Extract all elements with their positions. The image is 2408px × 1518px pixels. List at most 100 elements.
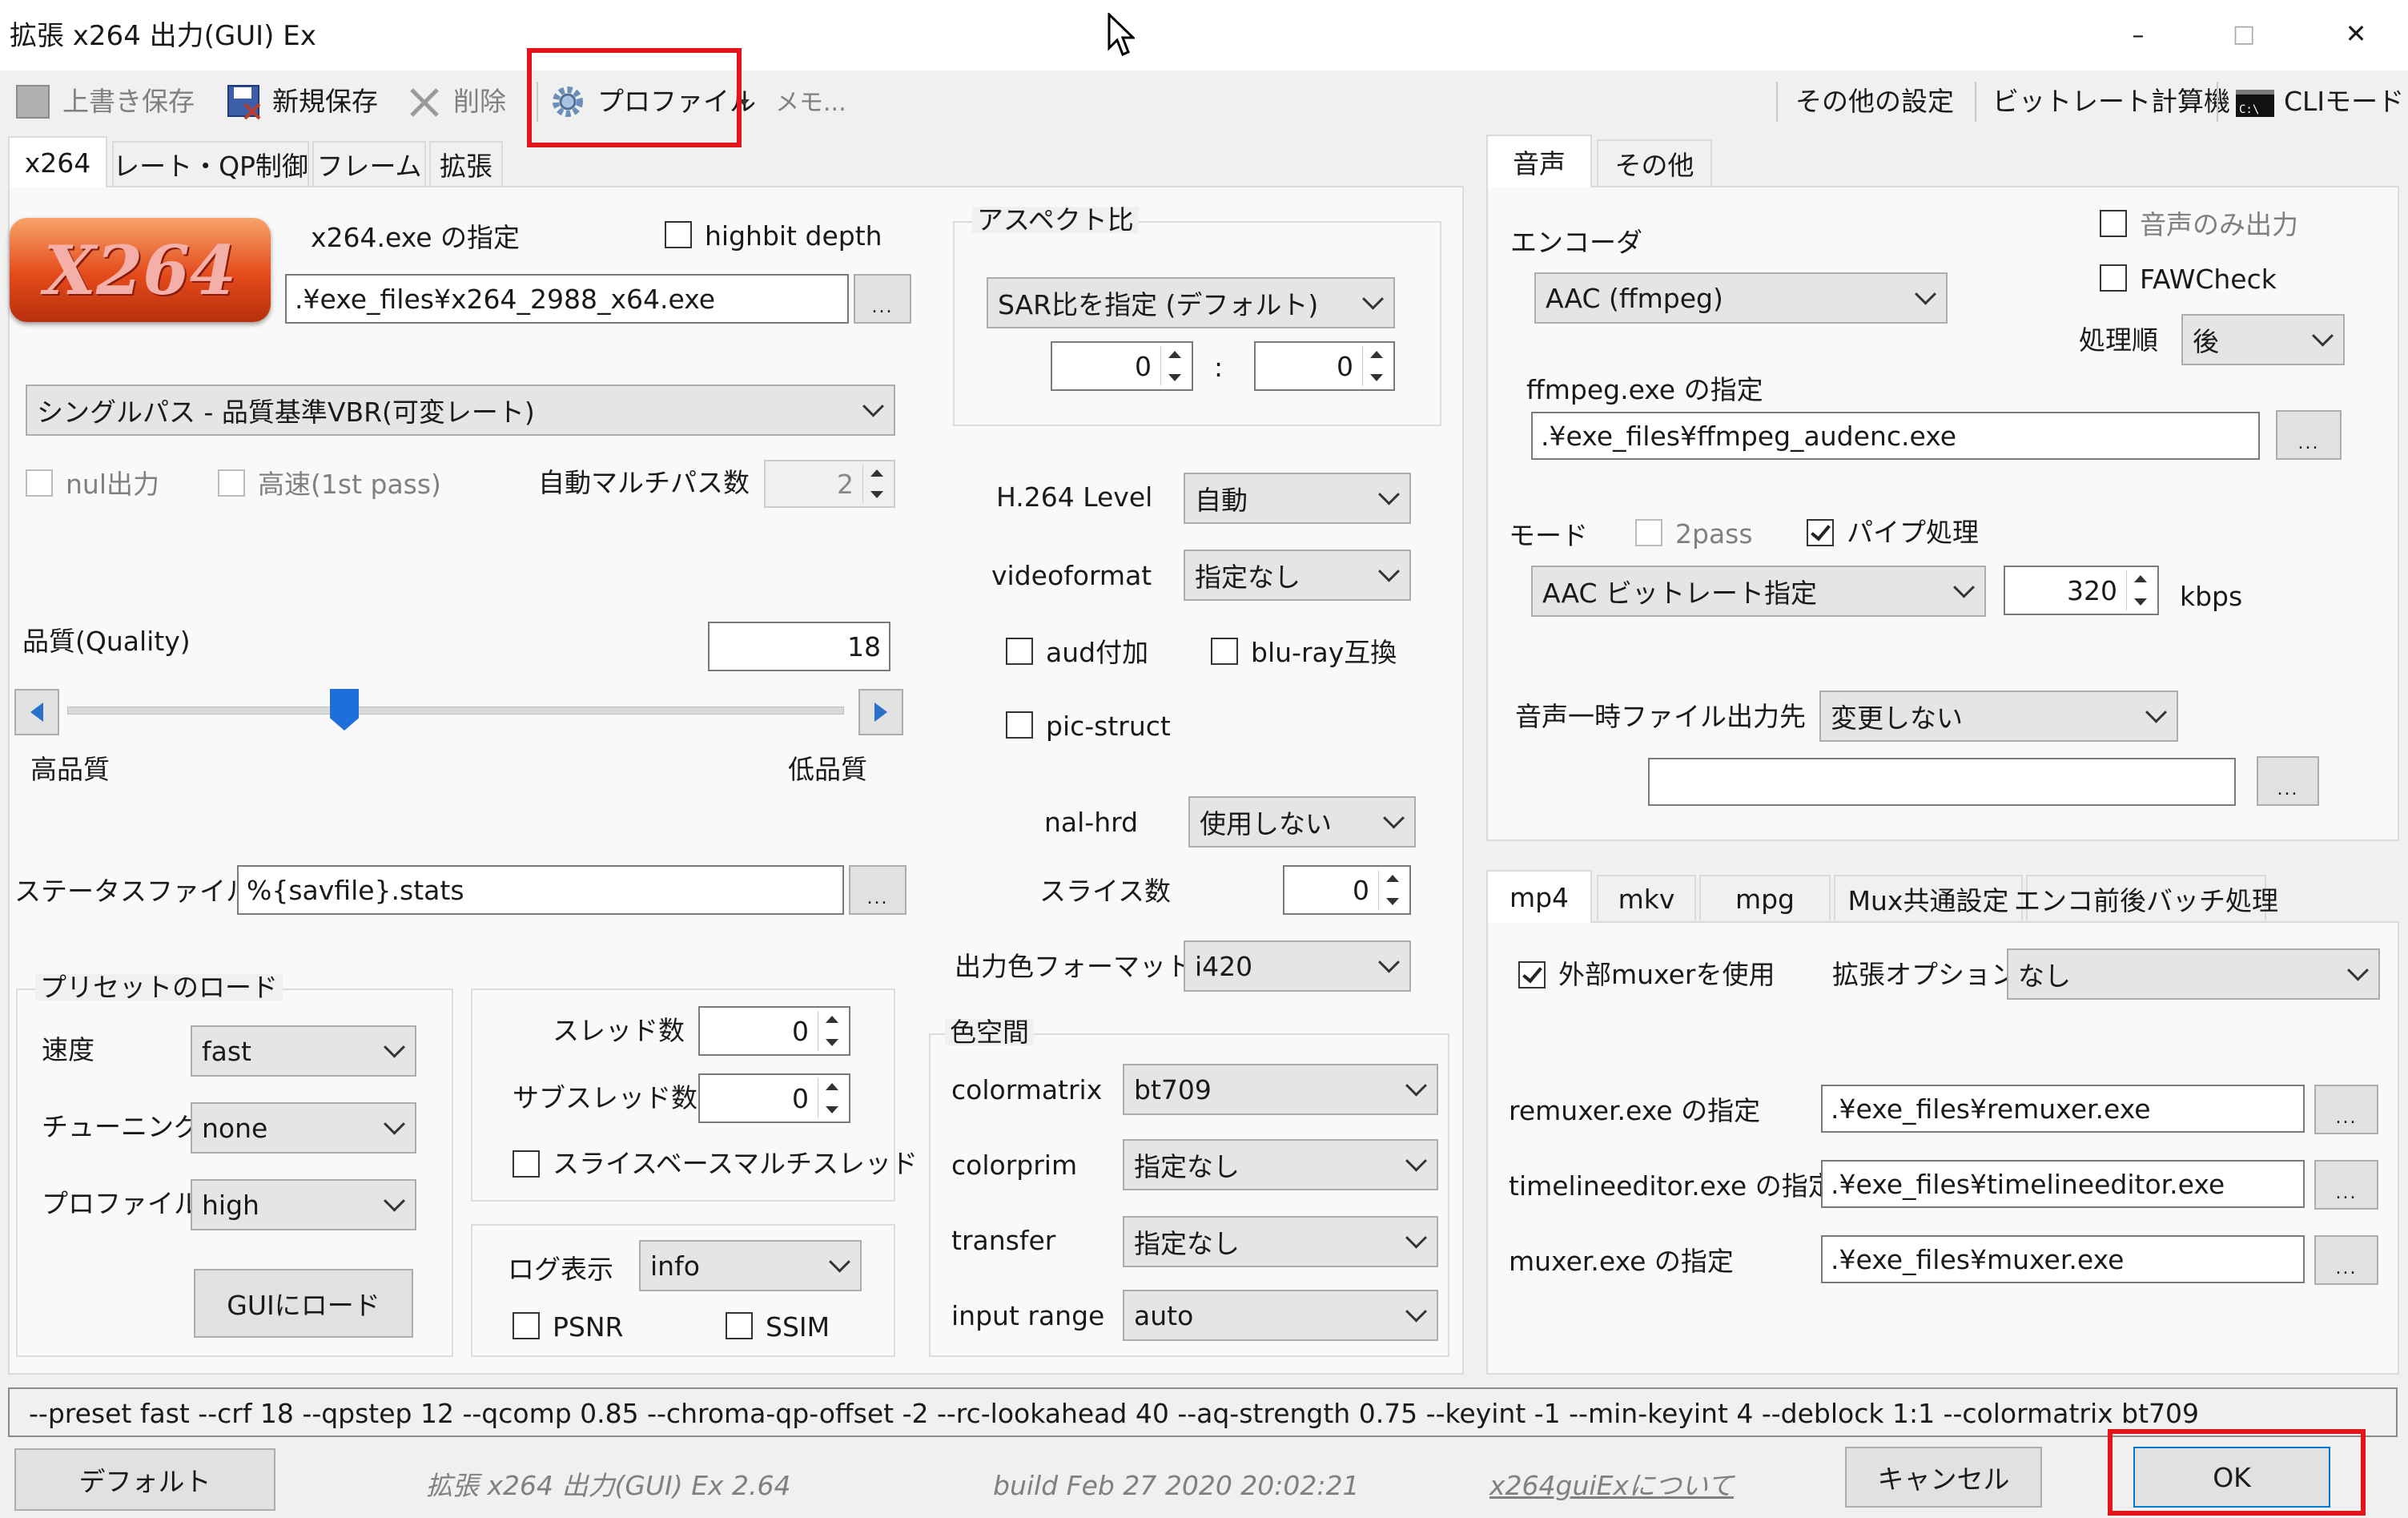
tab-rate-qp[interactable]: レート・QP制御 xyxy=(112,141,309,186)
x264-exe-path-input[interactable]: .¥exe_files¥x264_2988_x64.exe xyxy=(285,274,849,324)
fast-first-pass-checkbox[interactable] xyxy=(218,469,245,497)
aspect-mode-select[interactable]: SAR比を指定 (デフォルト) xyxy=(987,277,1395,328)
quality-value-input[interactable]: 18 xyxy=(708,622,890,671)
delete-button[interactable]: 削除 xyxy=(453,88,506,115)
memo-button[interactable]: メモ... xyxy=(775,91,846,115)
two-pass-checkbox[interactable] xyxy=(1635,519,1662,546)
default-button[interactable]: デフォルト xyxy=(14,1448,275,1511)
colormatrix-select[interactable]: bt709 xyxy=(1123,1064,1438,1115)
speed-label: 速度 xyxy=(42,1034,94,1065)
psnr-checkbox[interactable] xyxy=(513,1312,540,1339)
muxer-exe-path-input[interactable]: .¥exe_files¥muxer.exe xyxy=(1821,1235,2305,1283)
input-range-select[interactable]: auto xyxy=(1123,1290,1438,1341)
ffmpeg-exe-browse-button[interactable]: ... xyxy=(2276,410,2342,460)
audio-encoder-select[interactable]: AAC (ffmpeg) xyxy=(1534,272,1948,324)
slider-left-button[interactable] xyxy=(14,689,59,735)
pic-struct-checkbox[interactable] xyxy=(1006,711,1033,739)
timelineeditor-exe-path-input[interactable]: .¥exe_files¥timelineeditor.exe xyxy=(1821,1160,2305,1208)
mouse-cursor-icon xyxy=(1108,13,1135,56)
nal-hrd-select[interactable]: 使用しない xyxy=(1188,796,1416,848)
new-save-button[interactable]: 新規保存 xyxy=(272,88,378,115)
close-button[interactable]: ✕ xyxy=(2332,18,2380,50)
audio-temp-path-input[interactable] xyxy=(1648,758,2236,806)
subthread-count-spinner[interactable]: 0 xyxy=(698,1073,850,1123)
chevron-down-icon xyxy=(1405,1300,1427,1323)
transfer-select[interactable]: 指定なし xyxy=(1123,1216,1438,1267)
spinner-arrows-icon[interactable] xyxy=(1160,346,1188,386)
slices-spinner[interactable]: 0 xyxy=(1283,865,1411,915)
cancel-button[interactable]: キャンセル xyxy=(1845,1447,2042,1508)
profile-select[interactable]: high xyxy=(191,1179,416,1230)
speed-select[interactable]: fast xyxy=(191,1025,416,1077)
tab-mux-common[interactable]: Mux共通設定 xyxy=(1834,875,2023,921)
muxer-exe-browse-button[interactable]: ... xyxy=(2314,1235,2378,1285)
aspect-y-spinner[interactable]: 0 xyxy=(1254,341,1395,391)
stats-file-browse-button[interactable]: ... xyxy=(849,865,907,915)
other-settings-button[interactable]: その他の設定 xyxy=(1795,88,1954,115)
videoformat-select[interactable]: 指定なし xyxy=(1184,550,1411,601)
spinner-arrows-icon[interactable] xyxy=(2126,570,2154,610)
ssim-checkbox[interactable] xyxy=(726,1312,753,1339)
about-link[interactable]: x264guiExについて xyxy=(1489,1472,1734,1499)
slider-right-button[interactable] xyxy=(858,689,903,735)
tuning-select[interactable]: none xyxy=(191,1102,416,1154)
remuxer-exe-path-input[interactable]: .¥exe_files¥remuxer.exe xyxy=(1821,1085,2305,1133)
x264-exe-browse-button[interactable]: ... xyxy=(854,274,911,324)
spinner-arrows-icon[interactable] xyxy=(818,1078,846,1118)
highbit-depth-label: highbit depth xyxy=(705,220,882,252)
maximize-button[interactable]: □ xyxy=(2220,18,2268,50)
tab-x264[interactable]: x264 xyxy=(8,136,107,187)
remuxer-exe-browse-button[interactable]: ... xyxy=(2314,1085,2378,1134)
audio-only-checkbox[interactable] xyxy=(2100,210,2127,237)
videoformat-label: videoformat xyxy=(991,560,1152,591)
highbit-depth-checkbox[interactable] xyxy=(665,221,692,248)
remuxer-exe-label: remuxer.exe の指定 xyxy=(1509,1095,1761,1126)
spinner-arrows-icon[interactable] xyxy=(1378,870,1406,910)
color-format-select[interactable]: i420 xyxy=(1184,940,1411,992)
nul-output-checkbox[interactable] xyxy=(26,469,53,497)
extension-option-select[interactable]: なし xyxy=(2007,948,2380,1000)
tab-mpg[interactable]: mpg xyxy=(1699,875,1831,921)
stats-file-input[interactable]: %{savfile}.stats xyxy=(237,865,844,915)
window-title: 拡張 x264 出力(GUI) Ex xyxy=(10,20,316,52)
cli-mode-button[interactable]: CLIモード xyxy=(2284,88,2404,115)
audio-bitrate-spinner[interactable]: 320 xyxy=(2004,566,2159,615)
new-save-icon xyxy=(227,85,261,120)
bitrate-calc-button[interactable]: ビットレート計算機 xyxy=(1992,88,2230,115)
encode-mode-select[interactable]: シングルパス - 品質基準VBR(可変レート) xyxy=(26,385,895,436)
load-to-gui-button[interactable]: GUIにロード xyxy=(194,1269,413,1338)
slice-multithread-checkbox[interactable] xyxy=(513,1150,540,1178)
thread-count-spinner[interactable]: 0 xyxy=(698,1006,850,1056)
tab-audio[interactable]: 音声 xyxy=(1486,135,1592,187)
spinner-arrows-icon[interactable] xyxy=(818,1011,846,1051)
external-muxer-checkbox[interactable] xyxy=(1518,961,1546,989)
log-display-select[interactable]: info xyxy=(639,1240,862,1291)
tab-batch-processing[interactable]: エンコ前後バッチ処理 xyxy=(2014,875,2278,921)
auto-multipass-spinner[interactable]: 2 xyxy=(764,460,895,508)
aud-checkbox[interactable] xyxy=(1006,638,1033,665)
tab-extension[interactable]: 拡張 xyxy=(429,141,503,186)
audio-temp-output-select[interactable]: 変更しない xyxy=(1819,691,2178,742)
h264-level-select[interactable]: 自動 xyxy=(1184,473,1411,524)
timelineeditor-exe-browse-button[interactable]: ... xyxy=(2314,1160,2378,1210)
fawcheck-checkbox[interactable] xyxy=(2100,264,2127,292)
bluray-checkbox[interactable] xyxy=(1211,638,1238,665)
overwrite-save-button[interactable]: 上書き保存 xyxy=(62,88,195,115)
spinner-arrows-icon[interactable] xyxy=(1362,346,1390,386)
audio-mode-select[interactable]: AAC ビットレート指定 xyxy=(1531,566,1986,617)
pipe-processing-checkbox[interactable] xyxy=(1807,519,1834,546)
ffmpeg-exe-path-input[interactable]: .¥exe_files¥ffmpeg_audenc.exe xyxy=(1531,412,2260,460)
tab-mkv[interactable]: mkv xyxy=(1597,875,1696,921)
minimize-button[interactable]: – xyxy=(2114,19,2162,51)
aspect-x-spinner[interactable]: 0 xyxy=(1051,341,1193,391)
audio-temp-browse-button[interactable]: ... xyxy=(2257,756,2319,806)
processing-order-select[interactable]: 後 xyxy=(2181,314,2345,365)
tab-audio-other[interactable]: その他 xyxy=(1597,139,1712,186)
spinner-arrows-icon[interactable] xyxy=(862,465,890,503)
chevron-down-icon xyxy=(1915,283,1936,305)
chevron-down-icon xyxy=(384,1190,405,1212)
quality-slider-track[interactable] xyxy=(67,707,844,715)
tab-frame[interactable]: フレーム xyxy=(312,141,426,186)
tab-mp4[interactable]: mp4 xyxy=(1486,870,1592,923)
colorprim-select[interactable]: 指定なし xyxy=(1123,1139,1438,1190)
